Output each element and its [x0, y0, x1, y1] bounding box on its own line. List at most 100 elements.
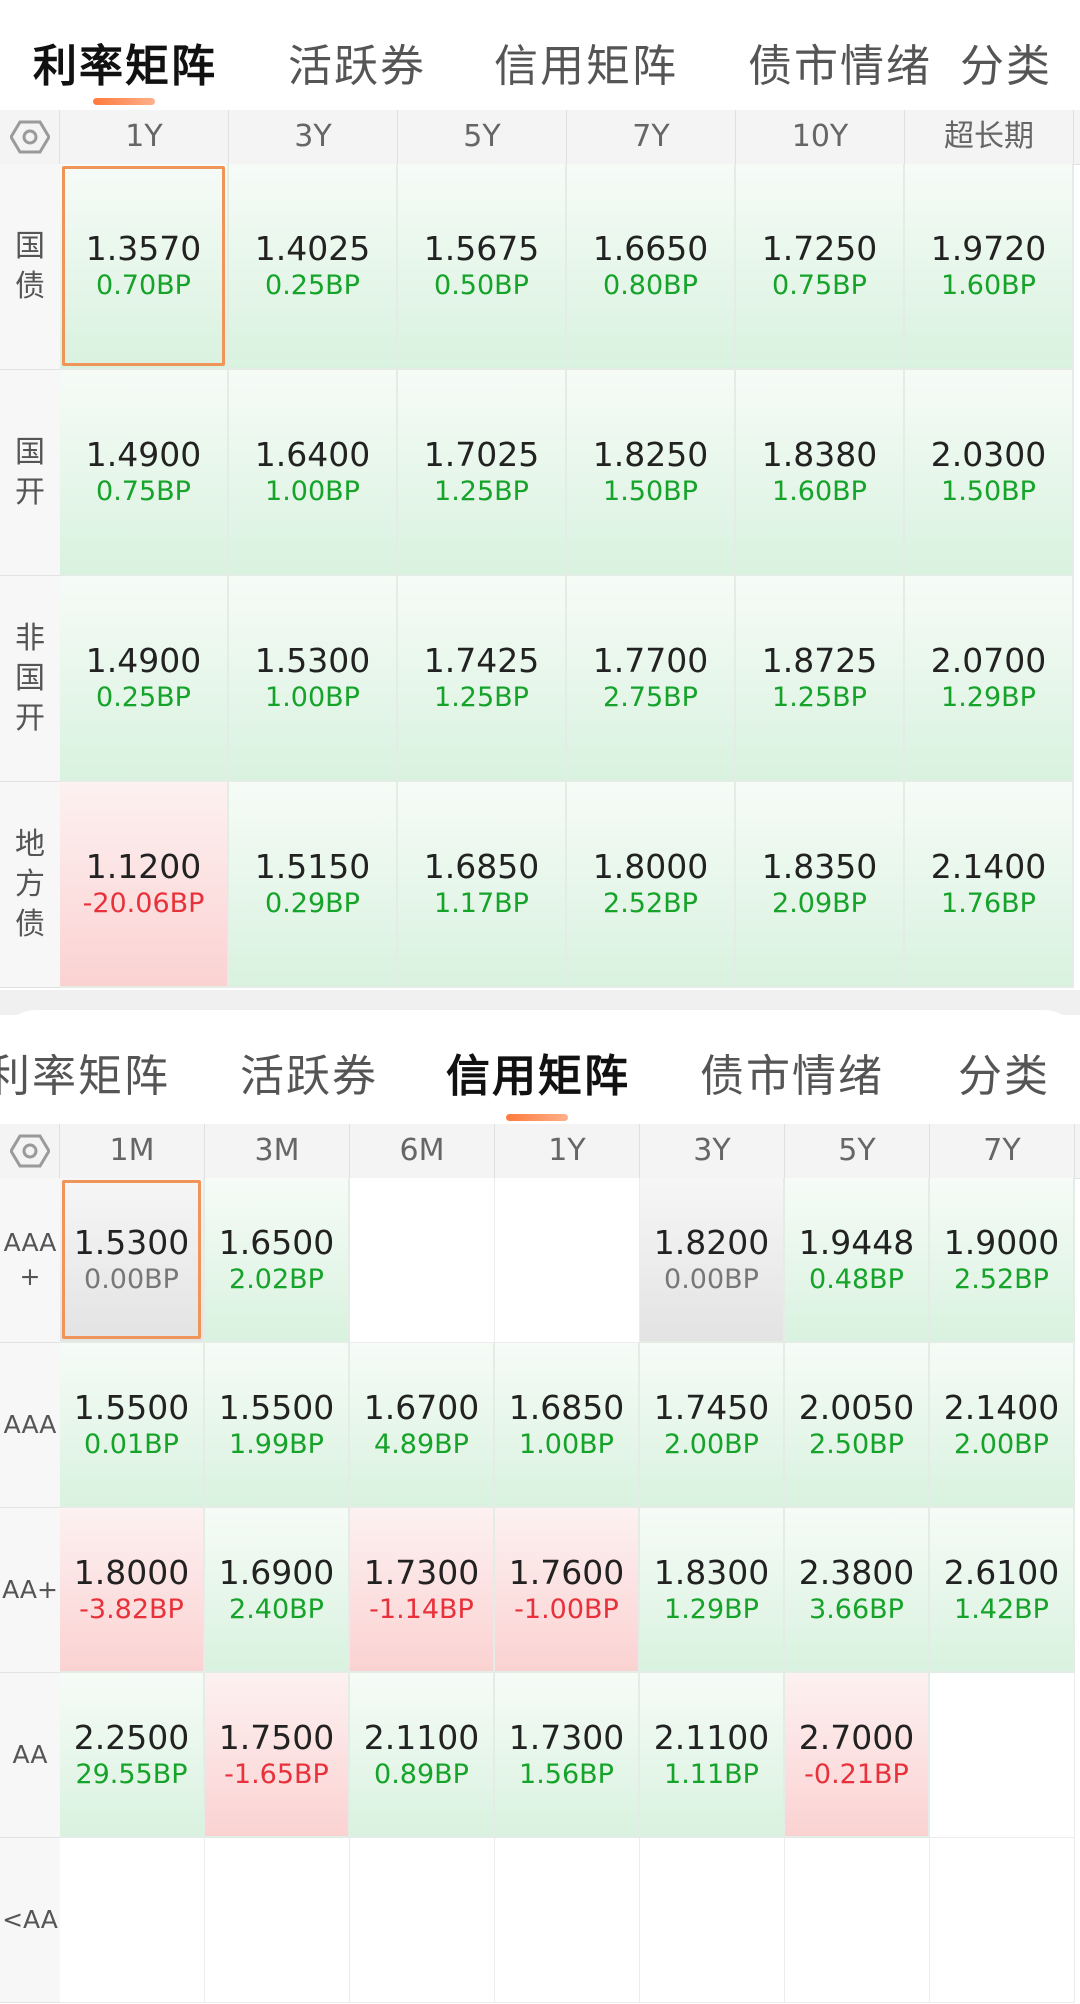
column-header[interactable]: 5Y	[785, 1124, 930, 1178]
matrix-cell[interactable]: 1.7500 -1.65BP	[205, 1673, 350, 1838]
matrix-cell[interactable]: 1.6650 0.80BP	[567, 164, 736, 370]
column-header[interactable]: 6M	[350, 1124, 495, 1178]
matrix-cell[interactable]: 1.7450 2.00BP	[640, 1343, 785, 1508]
matrix-cell[interactable]: 1.7425 1.25BP	[398, 576, 567, 782]
column-header[interactable]: 7Y	[930, 1124, 1075, 1178]
yield-value: 1.8250	[592, 435, 709, 474]
settings-icon[interactable]	[0, 1124, 60, 1178]
bp-change: 0.25BP	[96, 682, 191, 713]
matrix-cell[interactable]: 1.8725 1.25BP	[736, 576, 905, 782]
column-header[interactable]: 超长期	[905, 110, 1074, 164]
matrix-cell[interactable]: 1.6850 1.00BP	[495, 1343, 640, 1508]
tab-credit-matrix[interactable]: 信用矩阵	[446, 1040, 630, 1104]
matrix-cell[interactable]: 1.7600 -1.00BP	[495, 1508, 640, 1673]
matrix-cell[interactable]: 1.8000 2.52BP	[567, 782, 736, 988]
column-header[interactable]: 3Y	[640, 1124, 785, 1178]
yield-value: 1.5500	[218, 1387, 335, 1427]
bp-change: 29.55BP	[75, 1758, 188, 1790]
tab-rate-matrix[interactable]: 利率矩阵	[33, 30, 217, 94]
matrix-cell[interactable]: 1.4900 0.75BP	[60, 370, 229, 576]
matrix-cell[interactable]: 1.9000 2.52BP	[930, 1178, 1075, 1343]
column-header[interactable]: 7Y	[567, 110, 736, 164]
matrix-cell[interactable]: 2.2500 29.55BP	[60, 1673, 205, 1838]
bp-change: 1.00BP	[265, 476, 360, 507]
column-header[interactable]: 10Y	[736, 110, 905, 164]
column-header[interactable]: 1Y	[60, 110, 229, 164]
matrix-cell[interactable]: 1.8250 1.50BP	[567, 370, 736, 576]
matrix-cell[interactable]: 1.5300 1.00BP	[229, 576, 398, 782]
matrix-cell[interactable]: 2.0700 1.29BP	[905, 576, 1074, 782]
tab-bond-sentiment[interactable]: 债市情绪	[748, 30, 932, 94]
matrix-cell[interactable]: 2.7000 -0.21BP	[785, 1673, 930, 1838]
yield-value: 2.3800	[798, 1552, 915, 1592]
matrix-cell[interactable]: 2.1100 0.89BP	[350, 1673, 495, 1838]
row-label: AAA+	[0, 1178, 60, 1343]
matrix-cell[interactable]: 1.9448 0.48BP	[785, 1178, 930, 1343]
column-header[interactable]: 1M	[60, 1124, 205, 1178]
yield-value: 1.7600	[508, 1552, 625, 1592]
matrix-cell[interactable]: 1.8300 1.29BP	[640, 1508, 785, 1673]
tab-credit-matrix[interactable]: 信用矩阵	[494, 30, 678, 94]
bp-change: -20.06BP	[82, 888, 205, 919]
bp-change: 2.52BP	[603, 888, 698, 919]
column-header[interactable]: 3M	[205, 1124, 350, 1178]
yield-value: 1.3570	[85, 229, 202, 268]
tab-active-bonds[interactable]: 活跃券	[240, 1040, 378, 1104]
matrix-cell[interactable]: 2.6100 1.42BP	[930, 1508, 1075, 1673]
matrix-cell[interactable]: 1.7300 -1.14BP	[350, 1508, 495, 1673]
matrix-cell[interactable]: 2.1400 1.76BP	[905, 782, 1074, 988]
bp-change: 0.75BP	[772, 270, 867, 301]
active-tab-indicator	[93, 98, 155, 105]
yield-value: 1.5675	[423, 229, 540, 268]
matrix-cell[interactable]: 2.0050 2.50BP	[785, 1343, 930, 1508]
matrix-cell[interactable]: 2.3800 3.66BP	[785, 1508, 930, 1673]
matrix-cell[interactable]: 1.7300 1.56BP	[495, 1673, 640, 1838]
matrix-cell[interactable]: 1.6700 4.89BP	[350, 1343, 495, 1508]
bp-change: 1.25BP	[434, 476, 529, 507]
tab-rate-matrix[interactable]: 利率矩阵	[0, 1040, 170, 1104]
tab-category[interactable]: 分类	[960, 30, 1052, 94]
matrix-cell[interactable]: 1.6850 1.17BP	[398, 782, 567, 988]
matrix-cell[interactable]: 1.8000 -3.82BP	[60, 1508, 205, 1673]
matrix-cell[interactable]: 1.5150 0.29BP	[229, 782, 398, 988]
tab-category[interactable]: 分类	[958, 1040, 1050, 1104]
matrix-cell[interactable]: 1.5500 1.99BP	[205, 1343, 350, 1508]
matrix-cell[interactable]: 1.9720 1.60BP	[905, 164, 1074, 370]
matrix-cell[interactable]: 1.7025 1.25BP	[398, 370, 567, 576]
matrix-cell[interactable]: 1.8350 2.09BP	[736, 782, 905, 988]
matrix-cell[interactable]: 2.1100 1.11BP	[640, 1673, 785, 1838]
yield-value: 2.1100	[363, 1717, 480, 1757]
matrix-cell[interactable]: 2.1400 2.00BP	[930, 1343, 1075, 1508]
matrix-cell[interactable]: 1.7250 0.75BP	[736, 164, 905, 370]
matrix-cell[interactable]: 1.8200 0.00BP	[640, 1178, 785, 1343]
matrix-cell[interactable]: 1.6900 2.40BP	[205, 1508, 350, 1673]
row-label: AAA	[0, 1343, 60, 1508]
yield-value: 1.7450	[653, 1387, 770, 1427]
matrix-cell[interactable]: 2.0300 1.50BP	[905, 370, 1074, 576]
tab-active-bonds[interactable]: 活跃券	[288, 30, 426, 94]
column-header[interactable]: 1Y	[495, 1124, 640, 1178]
tab-bond-sentiment[interactable]: 债市情绪	[700, 1040, 884, 1104]
matrix-cell[interactable]: 1.6500 2.02BP	[205, 1178, 350, 1343]
matrix-cell[interactable]: 1.1200 -20.06BP	[60, 782, 229, 988]
matrix-cell[interactable]: 1.4900 0.25BP	[60, 576, 229, 782]
row-label: <AA	[0, 1838, 60, 2003]
settings-icon[interactable]	[0, 110, 60, 164]
yield-value: 2.0050	[798, 1387, 915, 1427]
bp-change: 0.01BP	[84, 1428, 179, 1460]
matrix-cell[interactable]: 1.5300 0.00BP	[60, 1178, 205, 1343]
matrix-cell[interactable]: 1.3570 0.70BP	[60, 164, 229, 370]
yield-value: 1.8300	[653, 1552, 770, 1592]
matrix-cell[interactable]: 1.6400 1.00BP	[229, 370, 398, 576]
bp-change: 2.00BP	[954, 1428, 1049, 1460]
matrix-cell[interactable]: 1.7700 2.75BP	[567, 576, 736, 782]
matrix-cell[interactable]: 1.5500 0.01BP	[60, 1343, 205, 1508]
matrix-cell[interactable]: 1.8380 1.60BP	[736, 370, 905, 576]
matrix-cell[interactable]: 1.4025 0.25BP	[229, 164, 398, 370]
column-header[interactable]: 3Y	[229, 110, 398, 164]
yield-value: 2.1400	[930, 847, 1047, 886]
yield-value: 1.7700	[592, 641, 709, 680]
bp-change: 0.89BP	[374, 1758, 469, 1790]
matrix-cell[interactable]: 1.5675 0.50BP	[398, 164, 567, 370]
column-header[interactable]: 5Y	[398, 110, 567, 164]
